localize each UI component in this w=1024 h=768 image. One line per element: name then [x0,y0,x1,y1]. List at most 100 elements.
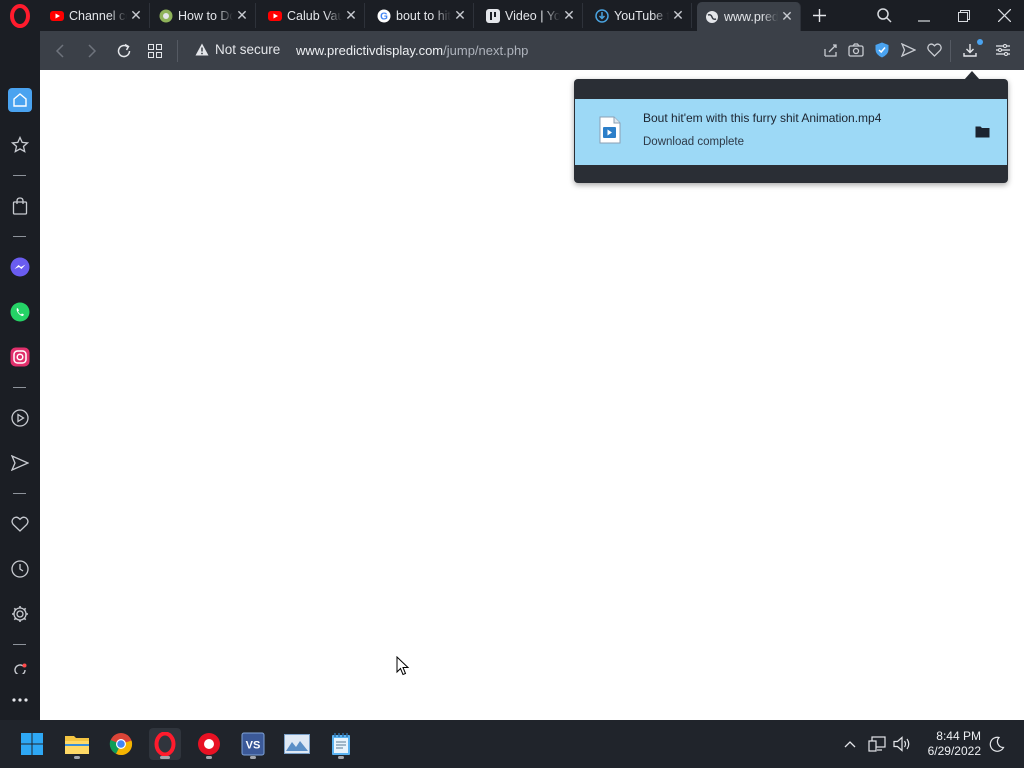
svg-text:G: G [380,11,388,22]
clock-time: 8:44 PM [936,729,981,743]
close-icon[interactable]: ✕ [669,7,687,24]
security-label: Not secure [215,42,281,57]
address-toolbar: Not secure www.predictivdisplay.com/jump… [40,31,1024,70]
easy-setup-menu-icon[interactable] [993,40,1013,60]
speed-dial-home-icon[interactable] [8,88,32,112]
running-indicator [250,756,256,759]
url-host: www.predictivdisplay.com [296,43,444,58]
reload-icon[interactable] [112,39,136,63]
tab-predictivdisplay[interactable]: www.predictivdisplay.com ✕ [697,2,801,31]
clock-date: 6/29/2022 [927,744,981,758]
screen-recorder-icon[interactable] [193,728,225,760]
photo-viewer-icon[interactable] [281,728,313,760]
toolbar-divider [177,40,178,62]
download-item[interactable]: Bout hit'em with this furry shit Animati… [575,99,1007,165]
pinboard-star-icon[interactable] [8,133,32,157]
instagram-icon[interactable] [8,345,32,369]
google-icon: G [377,9,391,23]
file-explorer-icon[interactable] [61,728,93,760]
sidebar-divider [13,387,26,388]
close-icon[interactable]: ✕ [342,7,360,24]
bookmark-heart-icon[interactable] [924,40,944,60]
tab-channel-content[interactable]: Channel content ✕ [42,3,150,28]
start-windows-icon[interactable] [16,728,48,760]
minimize-icon[interactable] [904,0,944,31]
shopping-bag-icon[interactable] [8,194,32,218]
focus-assist-moon-icon[interactable] [987,734,1007,754]
running-indicator [338,756,344,759]
close-icon[interactable]: ✕ [560,7,578,24]
opera-taskbar-icon[interactable] [149,728,181,760]
more-icon[interactable] [8,688,32,712]
tab-label: YouTube to MP4 [614,8,669,23]
tab-video[interactable]: Video | YouTube ✕ [478,3,583,28]
tab-label: Channel content [69,8,127,23]
generic-site-icon [159,9,173,23]
download-popup: Bout hit'em with this furry shit Animati… [574,79,1008,183]
tab-label: bout to hit'em [396,8,451,23]
tab-search-icon[interactable] [864,0,904,31]
network-icon[interactable] [867,734,887,754]
chevron-up-icon[interactable] [840,734,860,754]
youtube-icon [50,9,64,23]
whatsapp-icon[interactable] [8,300,32,324]
close-icon[interactable]: ✕ [127,7,145,24]
sidebar [0,70,40,720]
adblock-shield-icon[interactable] [872,40,892,60]
tab-youtube-to-mp4[interactable]: YouTube to MP4 ✕ [587,3,692,28]
history-clock-icon[interactable] [8,557,32,581]
close-window-icon[interactable] [984,0,1024,31]
bookmarks-heart-icon[interactable] [8,512,32,536]
opera-menu-icon[interactable] [8,4,32,28]
sidebar-divider [13,175,26,176]
close-icon[interactable]: ✕ [451,7,469,24]
video-site-icon [486,8,500,23]
close-icon[interactable]: ✕ [233,7,251,24]
running-indicator [160,756,170,759]
show-in-folder-icon[interactable] [975,125,990,138]
volume-icon[interactable] [892,734,912,754]
youtube-icon [268,9,282,23]
tab-how-to-download[interactable]: How to Download ✕ [151,3,256,28]
close-icon[interactable]: ✕ [778,8,796,25]
download-file-name: Bout hit'em with this furry shit Animati… [643,111,882,125]
player-icon[interactable] [8,406,32,430]
url-field[interactable]: www.predictivdisplay.com/jump/next.php [296,43,528,58]
sidebar-divider [13,236,26,237]
settings-gear-icon[interactable] [8,602,32,626]
easy-setup-icon[interactable] [820,40,840,60]
snapshot-icon[interactable] [846,40,866,60]
tab-bar: Channel content ✕ How to Download ✕ Calu… [0,0,1024,31]
sidebar-divider [13,644,26,645]
tab-label: How to Download [178,8,233,23]
notepad-icon[interactable] [325,728,357,760]
tab-overview-icon[interactable] [143,39,167,63]
url-path: /jump/next.php [443,43,529,58]
my-flow-send-icon[interactable] [8,451,32,475]
mouse-cursor-icon [396,655,410,676]
globe-icon [705,10,719,24]
send-icon[interactable] [898,40,918,60]
toolbar-divider [950,40,951,62]
update-icon[interactable] [8,662,32,674]
restore-icon[interactable] [944,0,984,31]
svg-text:VS: VS [246,740,261,752]
download-site-icon [595,8,609,23]
back-icon[interactable] [48,39,72,63]
visual-studio-icon[interactable]: VS [237,728,269,760]
taskbar-clock[interactable]: 8:44 PM 6/29/2022 [928,729,981,759]
video-file-icon [599,116,621,144]
tab-calub-vaughn[interactable]: Calub Vaughn ✕ [260,3,365,28]
tab-label: Calub Vaughn [287,8,342,23]
new-tab-icon[interactable] [809,5,829,25]
chrome-icon[interactable] [105,728,137,760]
messenger-icon[interactable] [8,255,32,279]
forward-icon[interactable] [80,39,104,63]
download-status: Download complete [643,136,745,148]
tab-label: www.predictivdisplay.com [724,9,778,24]
tab-google-search[interactable]: G bout to hit'em ✕ [369,3,474,28]
tab-label: Video | YouTube [505,8,560,23]
downloads-icon[interactable] [960,39,983,60]
download-badge [977,39,983,45]
security-indicator[interactable]: Not secure [195,42,280,57]
